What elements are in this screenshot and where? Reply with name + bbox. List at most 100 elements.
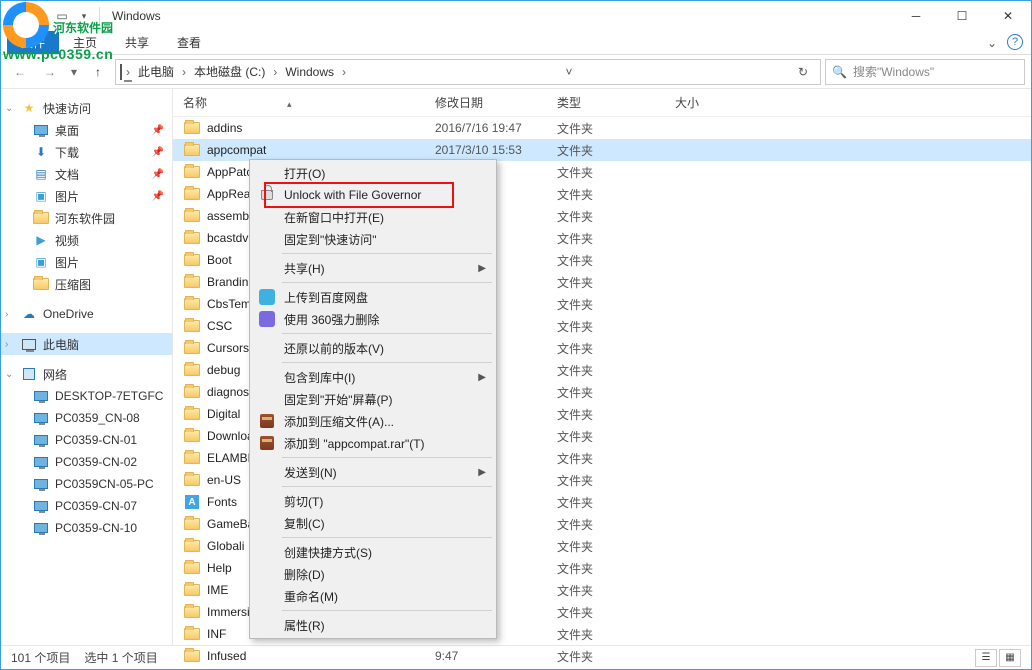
nav-quick-item[interactable]: 桌面📌 [1, 119, 172, 141]
nav-back-button[interactable]: ← [7, 59, 33, 85]
nav-network-computer[interactable]: PC0359-CN-01 [1, 429, 172, 451]
breadcrumb[interactable]: › 此电脑 › 本地磁盘 (C:) › Windows › ˅ ↻ [115, 59, 821, 85]
pin-icon: 📌 [152, 147, 164, 158]
expand-icon[interactable]: › [5, 339, 15, 350]
menu-separator [282, 362, 492, 363]
file-name: addins [207, 121, 435, 135]
col-size[interactable]: 大小 [675, 94, 755, 111]
ribbon-tab-home[interactable]: 主页 [59, 31, 111, 54]
breadcrumb-root-icon[interactable] [120, 65, 122, 79]
nav-this-pc[interactable]: › 此电脑 [1, 333, 172, 355]
search-input[interactable]: 🔍 搜索"Windows" [825, 59, 1025, 85]
computer-icon [33, 410, 49, 426]
col-type[interactable]: 类型 [557, 94, 675, 111]
file-row[interactable]: appcompat2017/3/10 15:53文件夹 [173, 139, 1031, 161]
file-row[interactable]: Infused9:47文件夹 [173, 645, 1031, 667]
col-name[interactable]: 名称▴ [183, 94, 435, 111]
blank-icon [258, 543, 276, 561]
nav-quick-item[interactable]: ▶视频 [1, 229, 172, 251]
blank-icon [258, 164, 276, 182]
nav-up-button[interactable]: ↑ [85, 59, 111, 85]
chevron-right-icon[interactable]: › [180, 65, 188, 79]
file-type: 文件夹 [557, 186, 675, 203]
help-icon[interactable]: ? [1007, 34, 1023, 50]
nav-history-dropdown[interactable]: ▾ [67, 65, 81, 79]
nav-network-computer[interactable]: PC0359CN-05-PC [1, 473, 172, 495]
chevron-right-icon[interactable]: › [124, 65, 132, 79]
menu-item[interactable]: 删除(D) [252, 563, 494, 585]
qat-dropdown-icon[interactable]: ▾ [75, 7, 93, 25]
addr-dropdown-icon[interactable]: ˅ [556, 65, 582, 79]
refresh-icon[interactable]: ↻ [790, 65, 816, 79]
breadcrumb-seg-folder[interactable]: Windows [279, 60, 340, 84]
menu-item-label: 创建快捷方式(S) [284, 544, 372, 561]
chevron-right-icon[interactable]: › [340, 65, 348, 79]
nav-quick-item[interactable]: ▣图片📌 [1, 185, 172, 207]
minimize-button[interactable]: ─ [893, 1, 939, 31]
menu-item-label: 添加到压缩文件(A)... [284, 413, 394, 430]
menu-item[interactable]: 发送到(N)▶ [252, 461, 494, 483]
nav-quick-item[interactable]: 河东软件园 [1, 207, 172, 229]
nav-quick-access[interactable]: ⌄ ★ 快速访问 [1, 97, 172, 119]
menu-item[interactable]: 包含到库中(I)▶ [252, 366, 494, 388]
ribbon-tab-share[interactable]: 共享 [111, 31, 163, 54]
menu-item[interactable]: Unlock with File Governor [252, 184, 494, 206]
nav-item-label: PC0359_CN-08 [55, 411, 140, 425]
ribbon-tab-view[interactable]: 查看 [163, 31, 215, 54]
file-row[interactable]: addins2016/7/16 19:47文件夹 [173, 117, 1031, 139]
nav-network[interactable]: ⌄ 网络 [1, 363, 172, 385]
maximize-button[interactable]: ☐ [939, 1, 985, 31]
ribbon-file-tab[interactable]: 文件 [7, 31, 59, 54]
menu-item[interactable]: 剪切(T) [252, 490, 494, 512]
ribbon-expand-icon[interactable]: ⌄ [977, 31, 1007, 54]
breadcrumb-seg-thispc[interactable]: 此电脑 [132, 60, 180, 84]
chevron-right-icon[interactable]: › [271, 65, 279, 79]
file-type: 文件夹 [557, 406, 675, 423]
menu-item[interactable]: 添加到 "appcompat.rar"(T) [252, 432, 494, 454]
file-type: 文件夹 [557, 538, 675, 555]
menu-item[interactable]: 上传到百度网盘 [252, 286, 494, 308]
menu-item[interactable]: 在新窗口中打开(E) [252, 206, 494, 228]
menu-item[interactable]: 复制(C) [252, 512, 494, 534]
menu-item-label: 打开(O) [284, 165, 325, 182]
nav-network-computer[interactable]: DESKTOP-7ETGFC [1, 385, 172, 407]
menu-item-label: 删除(D) [284, 566, 325, 583]
file-type: 文件夹 [557, 472, 675, 489]
nav-item-label: 桌面 [55, 122, 79, 139]
nav-network-computer[interactable]: PC0359-CN-10 [1, 517, 172, 539]
qat-newfolder-icon[interactable]: ▭ [53, 7, 71, 25]
col-date[interactable]: 修改日期 [435, 94, 557, 111]
folder-icon [184, 210, 200, 222]
nav-onedrive[interactable]: › ☁ OneDrive [1, 303, 172, 325]
blank-icon [258, 368, 276, 386]
nav-quick-item[interactable]: ▤文档📌 [1, 163, 172, 185]
expand-icon[interactable]: ⌄ [5, 103, 15, 114]
expand-icon[interactable]: ⌄ [5, 369, 15, 380]
menu-item[interactable]: 属性(R) [252, 614, 494, 636]
close-button[interactable]: ✕ [985, 1, 1031, 31]
breadcrumb-seg-drive[interactable]: 本地磁盘 (C:) [188, 60, 271, 84]
nav-quick-item[interactable]: ▣图片 [1, 251, 172, 273]
qat-properties-icon[interactable]: ▦ [31, 7, 49, 25]
nav-network-computer[interactable]: PC0359_CN-08 [1, 407, 172, 429]
menu-item[interactable]: 添加到压缩文件(A)... [252, 410, 494, 432]
menu-item[interactable]: 使用 360强力删除 [252, 308, 494, 330]
expand-icon[interactable]: › [5, 309, 15, 320]
menu-item[interactable]: 固定到"开始"屏幕(P) [252, 388, 494, 410]
nav-network-computer[interactable]: PC0359-CN-07 [1, 495, 172, 517]
menu-item[interactable]: 创建快捷方式(S) [252, 541, 494, 563]
menu-item[interactable]: 打开(O) [252, 162, 494, 184]
menu-item[interactable]: 固定到"快速访问" [252, 228, 494, 250]
menu-item[interactable]: 重命名(M) [252, 585, 494, 607]
nav-network-computer[interactable]: PC0359-CN-02 [1, 451, 172, 473]
nav-item-label: 下载 [55, 144, 79, 161]
nav-quick-item[interactable]: ⬇ 下载 📌 [1, 141, 172, 163]
download-icon: ⬇ [33, 144, 49, 160]
nav-quick-item[interactable]: 压缩图 [1, 273, 172, 295]
menu-item[interactable]: 还原以前的版本(V) [252, 337, 494, 359]
nav-forward-button[interactable]: → [37, 59, 63, 85]
pin-icon: 📌 [152, 191, 164, 202]
nav-item-label: 图片 [55, 254, 79, 271]
menu-item[interactable]: 共享(H)▶ [252, 257, 494, 279]
folder-icon [184, 430, 200, 442]
